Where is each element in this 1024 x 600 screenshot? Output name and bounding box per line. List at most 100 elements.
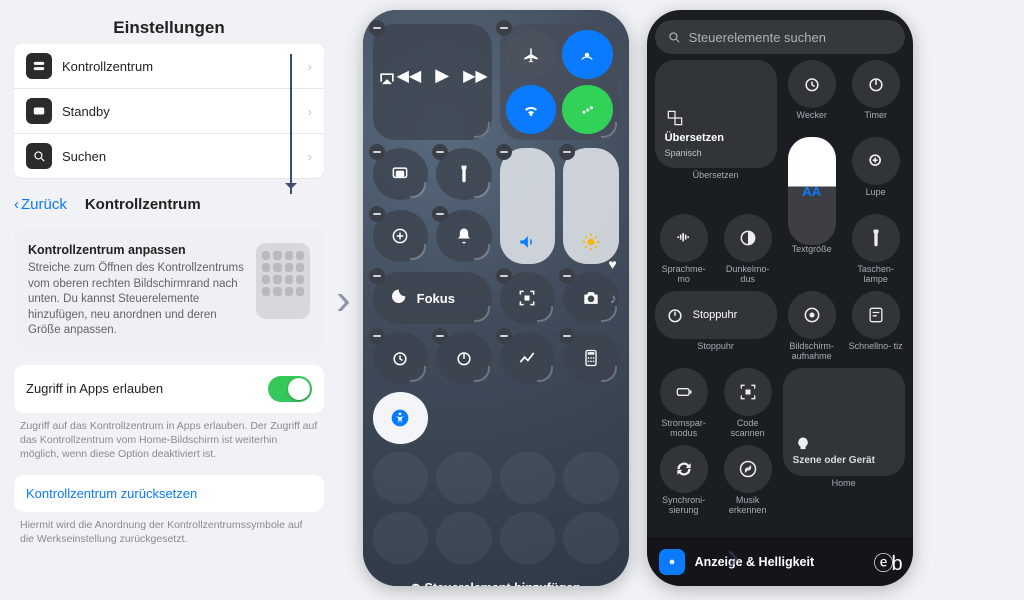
row-label: Suchen (62, 149, 106, 164)
bildschirmaufnahme-tile[interactable]: Bildschirm- aufnahme (783, 291, 841, 362)
accessibility-icon[interactable] (373, 392, 429, 444)
row-kontrollzentrum[interactable]: Kontrollzentrum › (14, 44, 324, 89)
silent-icon[interactable] (436, 210, 492, 262)
calculator-icon[interactable] (563, 332, 619, 384)
alarm-icon (802, 74, 822, 94)
stoppuhr-pill[interactable]: StoppuhrStoppuhr (655, 291, 777, 362)
row-label: Standby (62, 104, 110, 119)
remove-icon[interactable] (496, 328, 512, 344)
screen-mirroring-icon[interactable] (373, 148, 429, 200)
synchronisierung-tile[interactable]: Synchroni- sierung (655, 445, 713, 516)
controlcenter-illustration (256, 243, 310, 319)
timer-icon[interactable] (436, 332, 492, 384)
chevron-right-icon: › (308, 59, 312, 74)
translate-big-tile[interactable]: Übersetzen Spanisch Übersetzen (655, 60, 777, 208)
empty-slots (373, 452, 619, 564)
flashlight-icon (866, 228, 886, 248)
media-tile[interactable]: ◀◀ ▶ ▶▶ (373, 24, 492, 140)
switch-footnote: Zugriff auf das Kontrollzentrum in Apps … (14, 413, 324, 476)
wecker-tile[interactable]: Wecker (783, 60, 841, 131)
remove-icon[interactable] (369, 328, 385, 344)
remove-icon[interactable] (559, 268, 575, 284)
music-note-icon: ♪ (610, 290, 617, 306)
reset-footnote: Hiermit wird die Anordnung der Kontrollz… (14, 512, 324, 560)
airplane-icon[interactable] (506, 30, 557, 79)
gallery-footer[interactable]: Anzeige & Helligkeit ⓔb (647, 537, 913, 586)
standby-icon (26, 98, 52, 124)
remove-icon[interactable] (559, 144, 575, 160)
phone-controlcenter-edit: ◀◀ ▶ ▶▶ (363, 10, 629, 586)
allow-in-apps-row[interactable]: Zugriff in Apps erlauben (14, 365, 324, 413)
textsize-tile[interactable]: AATextgröße (783, 137, 841, 285)
voice-memo-icon (674, 228, 694, 248)
brightness-slider[interactable] (563, 148, 619, 264)
remove-icon[interactable] (432, 206, 448, 222)
battery-icon (674, 382, 694, 402)
next-icon[interactable]: ▶▶ (463, 66, 488, 86)
info-heading: Kontrollzentrum anpassen (28, 243, 244, 257)
lupe-tile[interactable]: Lupe (847, 137, 905, 208)
taschenlampe-tile[interactable]: Taschen- lampe (847, 214, 905, 285)
schnellnotiz-tile[interactable]: Schnellno- tiz (847, 291, 905, 362)
row-suchen[interactable]: Suchen › (14, 134, 324, 178)
remove-icon[interactable] (432, 144, 448, 160)
stromsparmodus-tile[interactable]: Stromspar- modus (655, 368, 713, 439)
stocks-icon[interactable] (500, 332, 556, 384)
prev-icon[interactable]: ◀◀ (397, 66, 422, 86)
flashlight-icon[interactable] (436, 148, 492, 200)
reset-button[interactable]: Kontrollzentrum zurücksetzen (14, 475, 324, 512)
page-title: Kontrollzentrum (85, 196, 201, 213)
info-card: Kontrollzentrum anpassen Streiche zum Öf… (14, 229, 324, 353)
remove-icon[interactable] (496, 144, 512, 160)
media-controls: ◀◀ ▶ ▶▶ (397, 65, 488, 100)
remove-icon[interactable] (369, 144, 385, 160)
wifi-icon[interactable] (506, 85, 557, 134)
home-big-tile[interactable]: Szene oder Gerät Home (783, 368, 905, 516)
favorite-icon: ♥ (608, 256, 616, 272)
remove-icon[interactable] (559, 328, 575, 344)
connectivity-tile[interactable] (500, 24, 619, 140)
magnifier-icon (866, 151, 886, 171)
note-icon (866, 305, 886, 325)
search-icon (26, 143, 52, 169)
chevron-right-icon: › (727, 535, 740, 580)
sub-header: ‹Zurück Kontrollzentrum (14, 184, 324, 221)
search-icon (667, 30, 681, 44)
airdrop-icon[interactable] (562, 30, 613, 79)
back-button[interactable]: ‹Zurück (14, 196, 67, 213)
sprachmemo-tile[interactable]: Sprachme- mo (655, 214, 713, 285)
qr-icon (738, 382, 758, 402)
darkmode-icon (738, 228, 758, 248)
remove-icon[interactable] (369, 206, 385, 222)
add-control-icon[interactable] (373, 210, 429, 262)
alarm-icon[interactable] (373, 332, 429, 384)
qr-scan-icon[interactable] (500, 272, 556, 324)
airplay-icon[interactable] (377, 70, 397, 95)
row-standby[interactable]: Standby › (14, 89, 324, 134)
remove-icon[interactable] (496, 268, 512, 284)
musikerkennen-tile[interactable]: Musik erkennen (719, 445, 777, 516)
remove-icon[interactable] (432, 328, 448, 344)
dunkelmodus-tile[interactable]: Dunkelmo- dus (719, 214, 777, 285)
codescannen-tile[interactable]: Code scannen (719, 368, 777, 439)
bulb-icon (793, 435, 813, 455)
toggle-on[interactable] (268, 376, 312, 402)
timer-icon (866, 74, 886, 94)
chevron-right-icon: › (336, 275, 351, 325)
shazam-icon (738, 459, 758, 479)
remove-icon[interactable] (496, 20, 512, 36)
remove-icon[interactable] (369, 20, 385, 36)
focus-tile[interactable]: Fokus (373, 272, 492, 324)
textsize-slider[interactable]: AA (788, 137, 836, 245)
timer-tile[interactable]: Timer (847, 60, 905, 131)
volume-slider[interactable] (500, 148, 556, 264)
chevron-right-icon: › (308, 149, 312, 164)
stopwatch-icon (665, 305, 685, 325)
search-placeholder: Steuerelemente suchen (689, 30, 826, 45)
add-control-button[interactable]: Steuerelement hinzufügen (373, 572, 619, 586)
row-label: Kontrollzentrum (62, 59, 153, 74)
watermark-logo: ⓔb (874, 547, 901, 576)
play-icon[interactable]: ▶ (435, 65, 449, 86)
remove-icon[interactable] (369, 268, 385, 284)
search-field[interactable]: Steuerelemente suchen (655, 20, 905, 54)
